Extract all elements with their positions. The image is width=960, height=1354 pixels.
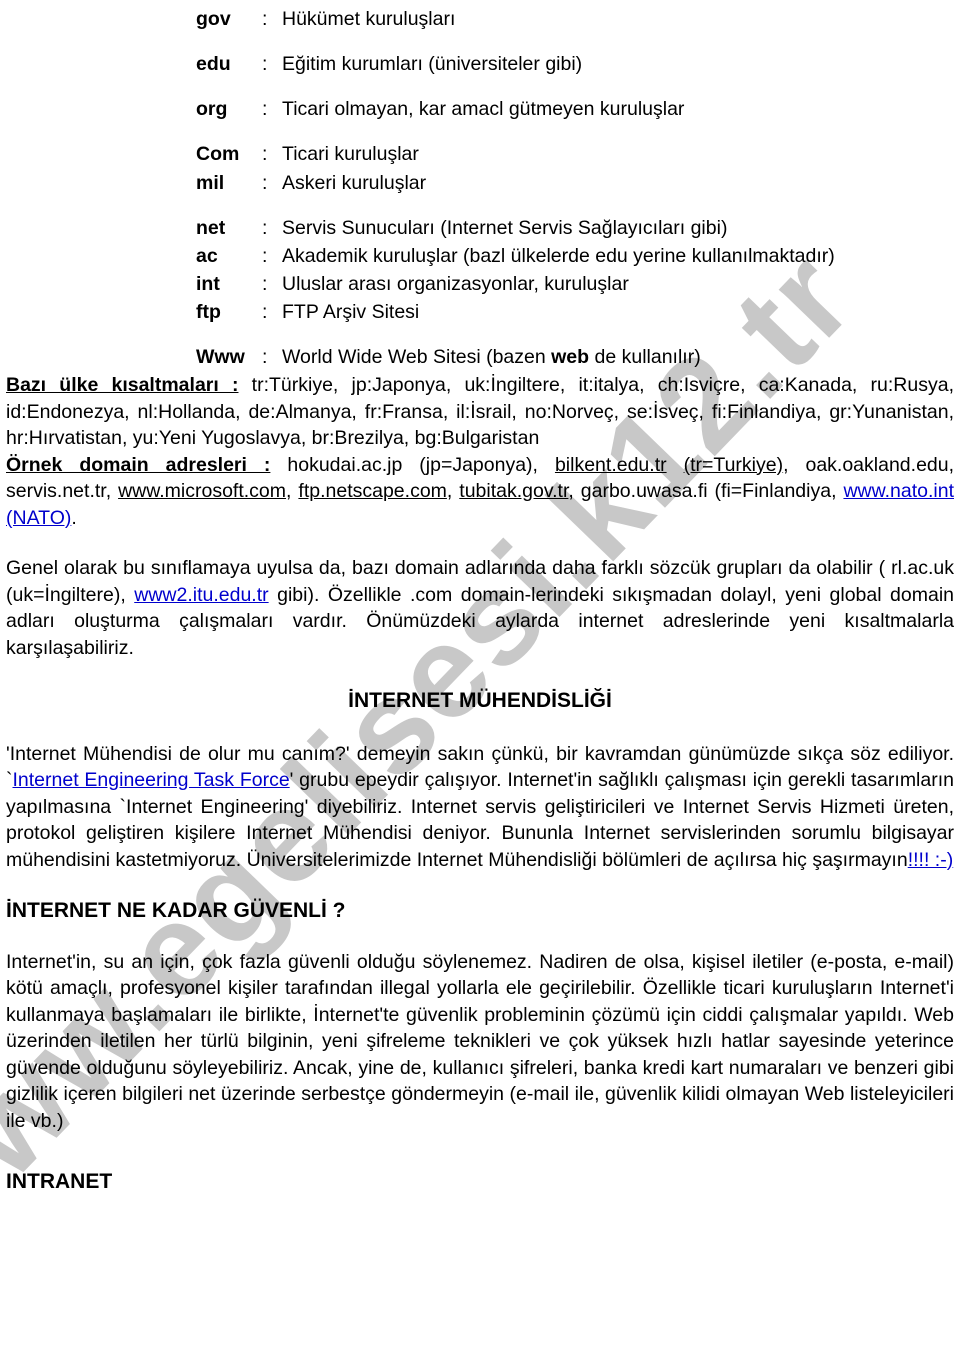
example-domains-p5: , xyxy=(446,480,460,503)
example-domain-tr-note: (tr=Turkiye) xyxy=(683,453,784,476)
deflist-row-com: Com : Ticari kuruluşlar xyxy=(6,141,954,169)
example-domain-bilkent: bilkent.edu.tr xyxy=(554,453,667,476)
deflist-term-mil: mil xyxy=(196,171,225,194)
deflist-term-org: org xyxy=(196,98,228,121)
deflist-desc-gov: Hükümet kuruluşları xyxy=(282,8,456,30)
example-domain-tubitak: tubitak.gov.tr xyxy=(459,480,569,503)
deflist-desc-edu: Eğitim kurumları (üniversiteler gibi) xyxy=(282,53,583,76)
deflist-term-net: net xyxy=(196,216,226,239)
classification-paragraph: Genel olarak bu sınıflamaya uyulsa da, b… xyxy=(6,555,954,661)
example-domains-p1: hokudai.ac.jp (jp=Japonya), xyxy=(287,453,555,476)
domain-suffix-list: gov : Hükümet kuruluşları edu : Eğitim k… xyxy=(6,6,954,372)
deflist-colon: : xyxy=(262,346,268,369)
deflist-desc-mil: Askeri kuruluşlar xyxy=(282,171,427,194)
deflist-colon: : xyxy=(262,171,268,194)
www-desc-bold: web xyxy=(551,346,590,369)
deflist-row-www: Www : World Wide Web Sitesi (bazen web d… xyxy=(6,344,954,372)
deflist-term-gov: gov xyxy=(196,8,231,30)
deflist-desc-com: Ticari kuruluşlar xyxy=(282,143,419,166)
deflist-desc-net: Servis Sunucuları (Internet Servis Sağla… xyxy=(282,216,728,239)
country-abbreviations-label: Bazı ülke kısaltmaları : xyxy=(6,374,239,397)
deflist-colon: : xyxy=(262,143,268,166)
engineering-paragraph: 'Internet Mühendisi de olur mu canım?' d… xyxy=(6,741,954,874)
deflist-row-net: net : Servis Sunucuları (Internet Servis… xyxy=(6,215,954,243)
example-domains-p2 xyxy=(667,454,684,476)
example-domains-p7: . xyxy=(71,506,77,529)
deflist-colon: : xyxy=(262,244,268,267)
smiley-link[interactable]: !!!! :-) xyxy=(908,849,954,871)
deflist-colon: : xyxy=(262,272,268,295)
deflist-desc-int: Uluslar arası organizasyonlar, kuruluşla… xyxy=(282,272,629,295)
deflist-term-com: Com xyxy=(196,143,240,166)
country-abbreviations-paragraph: Bazı ülke kısaltmaları : tr:Türkiye, jp:… xyxy=(6,372,954,452)
deflist-term-ac: ac xyxy=(196,244,218,267)
deflist-desc-org: Ticari olmayan, kar amacl gütmeyen kurul… xyxy=(282,98,685,121)
deflist-row-int: int : Uluslar arası organizasyonlar, kur… xyxy=(6,271,954,299)
example-domains-label: Örnek domain adresleri : xyxy=(6,453,271,476)
deflist-colon: : xyxy=(262,53,268,76)
www-desc-post: de kullanılır) xyxy=(589,346,701,369)
deflist-row-ftp: ftp : FTP Arşiv Sitesi xyxy=(6,299,954,344)
deflist-term-www: Www xyxy=(196,346,245,369)
example-domains-p4: , xyxy=(286,480,299,503)
deflist-row-org: org : Ticari olmayan, kar amacl gütmeyen… xyxy=(6,96,954,141)
ietf-link[interactable]: Internet Engineering Task Force xyxy=(13,769,290,791)
deflist-row-mil: mil : Askeri kuruluşlar xyxy=(6,170,954,215)
security-paragraph: Internet'in, su an için, çok fazla güven… xyxy=(6,950,954,1132)
deflist-row-ac: ac : Akademik kuruluşlar (bazl ülkelerde… xyxy=(6,243,954,271)
itu-link[interactable]: www2.itu.edu.tr xyxy=(134,584,268,606)
deflist-colon: : xyxy=(262,8,268,30)
example-domain-microsoft: www.microsoft.com xyxy=(118,480,287,503)
deflist-row-edu: edu : Eğitim kurumları (üniversiteler gi… xyxy=(6,51,954,96)
deflist-term-edu: edu xyxy=(196,53,231,76)
section-title-intranet: INTRANET xyxy=(6,1170,113,1194)
deflist-colon: : xyxy=(262,98,268,121)
deflist-row-gov: gov : Hükümet kuruluşları xyxy=(6,6,954,51)
deflist-desc-ftp: FTP Arşiv Sitesi xyxy=(282,301,420,323)
deflist-term-ftp: ftp xyxy=(196,301,221,323)
www-desc-pre: World Wide Web Sitesi (bazen xyxy=(282,346,552,369)
document-page: gov : Hükümet kuruluşları edu : Eğitim k… xyxy=(0,0,960,1195)
example-domain-netscape: ftp.netscape.com xyxy=(298,480,447,503)
section-title-internet-muhendisligi: İNTERNET MÜHENDİSLİĞİ xyxy=(348,689,612,713)
section-title-internet-guvenli: İNTERNET NE KADAR GÜVENLİ ? xyxy=(6,899,346,923)
deflist-desc-ac: Akademik kuruluşlar (bazl ülkelerde edu … xyxy=(282,244,835,267)
deflist-colon: : xyxy=(262,216,268,239)
deflist-term-int: int xyxy=(196,272,220,295)
deflist-desc-www: World Wide Web Sitesi (bazen web de kull… xyxy=(276,344,954,372)
deflist-colon: : xyxy=(262,301,268,323)
example-domains-p6: , garbo.uwasa.fi (fi=Finlandiya, xyxy=(568,480,844,503)
example-domains-paragraph: Örnek domain adresleri : hokudai.ac.jp (… xyxy=(6,452,954,532)
